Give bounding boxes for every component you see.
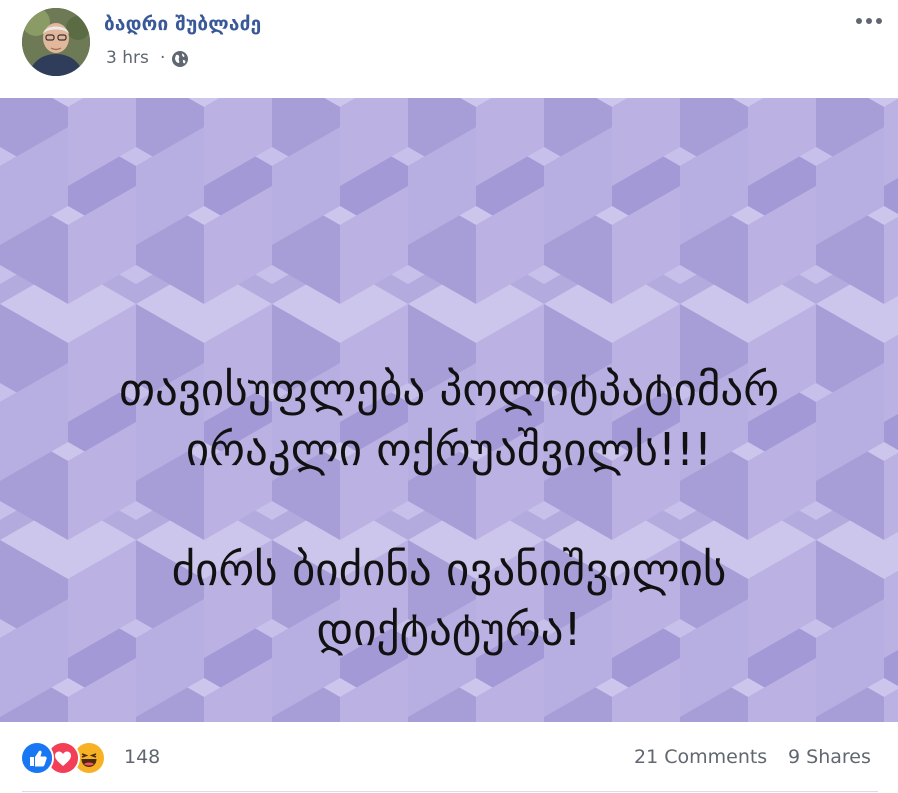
shares-count-link[interactable]: 9 Shares bbox=[788, 746, 871, 768]
more-options-icon[interactable] bbox=[852, 10, 886, 32]
author-avatar[interactable] bbox=[22, 8, 90, 76]
caption-line-3: ძირს ბიძინა ივანიშვილის bbox=[171, 543, 727, 596]
post-header: ბადრი შუბლაძე 3 hrs · bbox=[0, 0, 898, 98]
post-footer: 148 21 Comments 9 Shares bbox=[0, 722, 898, 793]
author-name[interactable]: ბადრი შუბლაძე bbox=[104, 13, 261, 35]
reactions-summary[interactable] bbox=[20, 741, 120, 775]
image-caption: თავისუფლება პოლიტპატიმარ ირაკლი ოქრუაშვი… bbox=[0, 360, 898, 660]
caption-line-1: თავისუფლება პოლიტპატიმარ bbox=[118, 363, 780, 416]
meta-separator: · bbox=[160, 48, 166, 68]
caption-line-4: დიქტატურა! bbox=[316, 603, 582, 656]
post-timestamp[interactable]: 3 hrs bbox=[106, 48, 149, 68]
post-image[interactable]: თავისუფლება პოლიტპატიმარ ირაკლი ოქრუაშვი… bbox=[0, 98, 898, 722]
reaction-count[interactable]: 148 bbox=[124, 746, 160, 768]
caption-line-2: ირაკლი ოქრუაშვილს!!! bbox=[185, 423, 713, 476]
footer-divider bbox=[22, 791, 878, 792]
comments-count-link[interactable]: 21 Comments bbox=[634, 746, 767, 768]
like-icon[interactable] bbox=[20, 741, 54, 775]
globe-icon bbox=[172, 51, 188, 67]
